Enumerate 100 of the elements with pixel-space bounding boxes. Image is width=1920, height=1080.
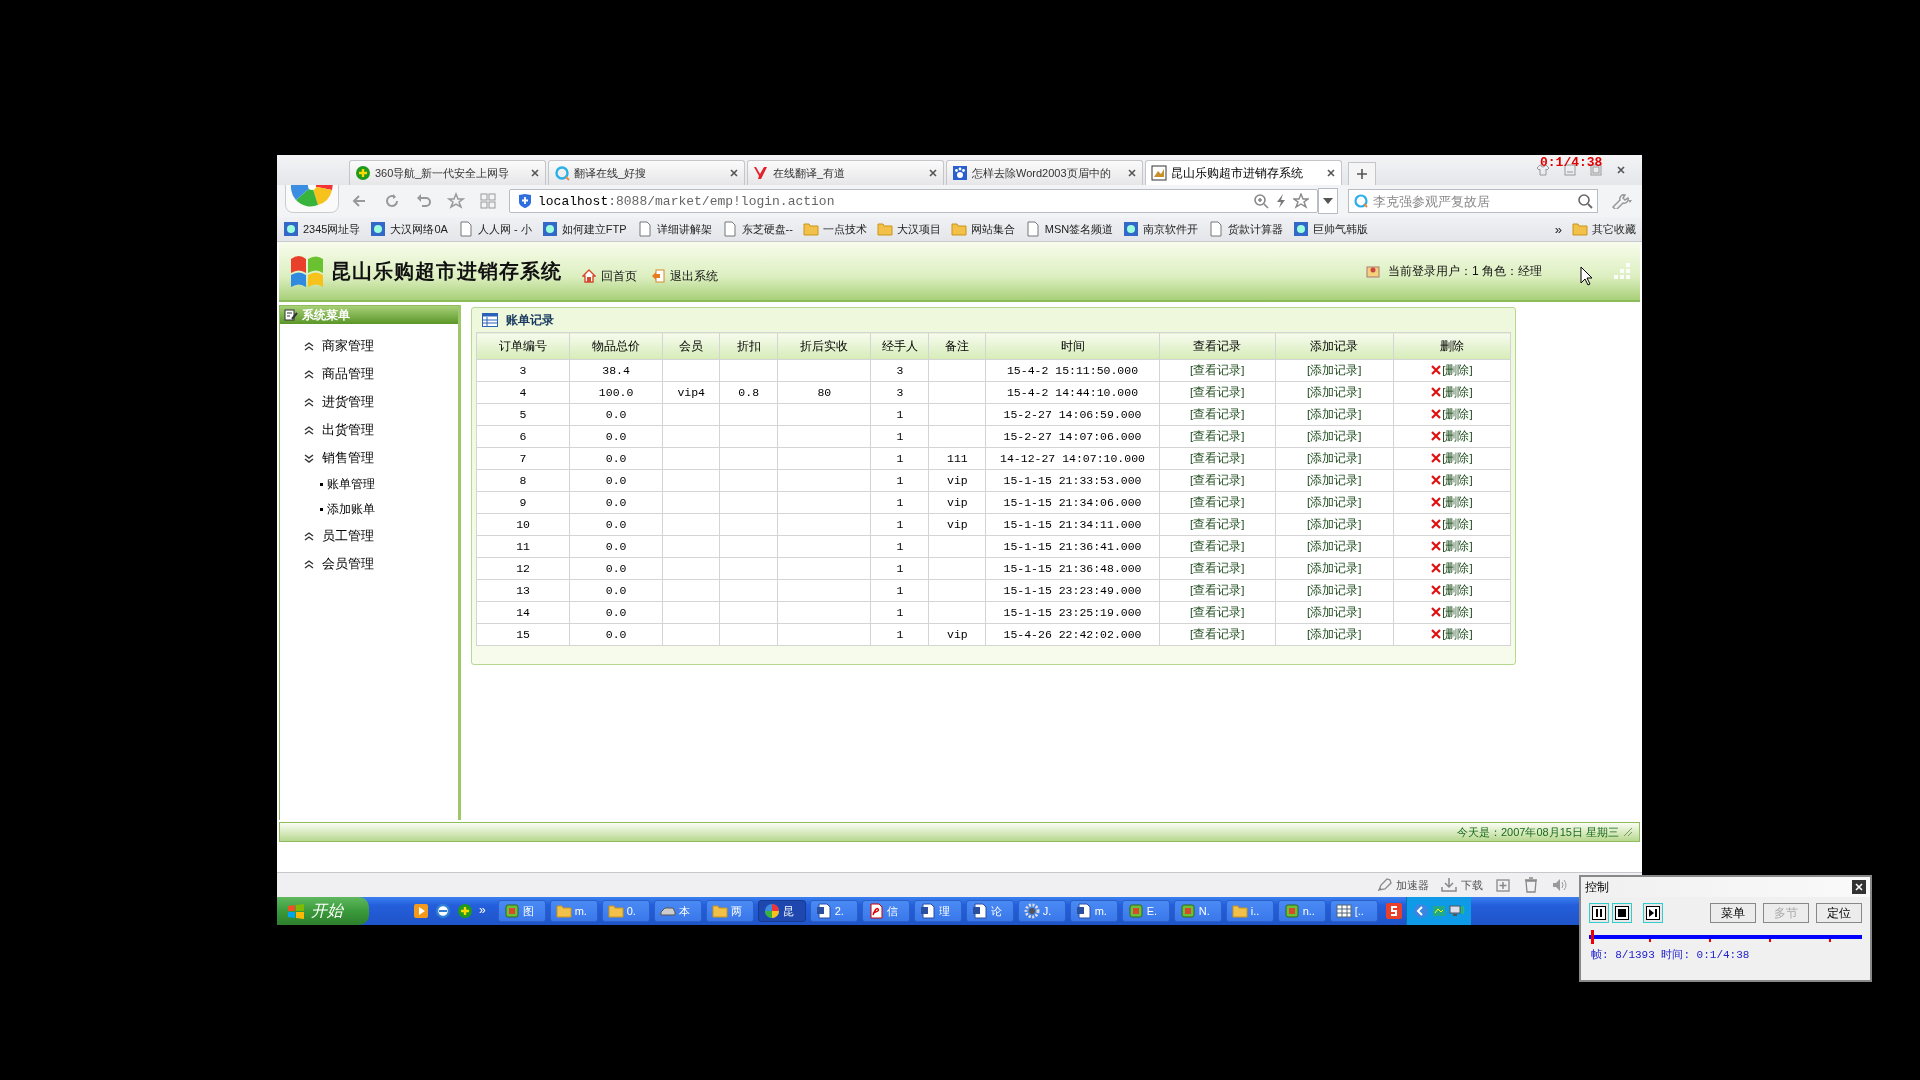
bookmark-item[interactable]: 东芝硬盘-- [721,221,793,237]
delete-link[interactable]: [删除] [1442,450,1473,466]
table-cell: 1 [870,447,929,470]
bookmark-item[interactable]: 巨帅气韩版 [1293,221,1369,237]
menu-item[interactable]: 商品管理 [280,360,458,388]
delete-link[interactable]: [删除] [1442,538,1473,554]
nav-link[interactable]: 回首页 [601,267,637,285]
column-header: 添加记录 [1275,332,1394,360]
taskbar-button[interactable]: m. [549,900,598,922]
table-cell: 0.0 [569,513,663,536]
taskbar-button[interactable]: i.. [1225,900,1274,922]
more-bookmarks-button[interactable]: » [1554,221,1562,237]
delete-link[interactable]: [删除] [1442,384,1473,400]
bookmark-item[interactable]: 网站集合 [950,221,1015,237]
column-header: 经手人 [870,332,929,360]
delete-link[interactable]: [删除] [1442,516,1473,532]
bookmark-item[interactable]: 人人网 - 小 [457,221,532,237]
taskbar-button[interactable]: 昆 [757,900,806,922]
menu-item[interactable]: 出货管理 [280,416,458,444]
tab-title: 昆山乐购超市进销存系统 [1171,164,1304,182]
nav-link[interactable]: 退出系统 [670,267,718,285]
column-header: 折后实收 [777,332,871,360]
browser-tab[interactable]: 翻译在线_好搜 [548,160,745,185]
table-cell: 3 [476,359,570,382]
delete-link[interactable]: [删除] [1442,582,1473,598]
table-cell: 0.0 [569,403,663,426]
table-cell: 14 [476,601,570,624]
bookmark-item[interactable]: 其它收藏 [1572,221,1636,237]
taskbar-button[interactable]: 图 [497,900,546,922]
taskbar-button[interactable]: E. [1121,900,1170,922]
taskbar-button[interactable]: 信 [861,900,910,922]
user-info: 当前登录用户：1 角色：经理 [1388,262,1542,280]
table-cell: 1 [870,469,929,492]
delete-link[interactable]: [删除] [1442,362,1473,378]
column-header: 时间 [985,332,1160,360]
bookmark-item[interactable]: MSN签名频道 [1024,221,1114,237]
taskbar-button[interactable]: n.. [1277,900,1326,922]
table-cell: 15-1-15 21:36:48.000 [985,557,1160,580]
bookmark-item[interactable]: 详细讲解架 [636,221,712,237]
submenu-item[interactable]: 账单管理 [327,476,375,493]
window-title: 控制 [1585,878,1609,896]
taskbar-button[interactable]: 本 [653,900,702,922]
menu-item[interactable]: 商家管理 [280,332,458,360]
table-cell: 0.0 [569,491,663,514]
table-cell: 15-1-15 21:36:41.000 [985,535,1160,558]
taskbar-button[interactable]: J. [1017,900,1066,922]
browser-tab[interactable]: 360导航_新一代安全上网导 [349,160,546,185]
taskbar-button[interactable]: 两 [705,900,754,922]
recorder-button[interactable]: 定位 [1816,903,1862,923]
table-cell: vip4 [662,381,720,404]
recorder-button[interactable]: 菜单 [1710,903,1756,923]
bookmark-item[interactable]: 货款计算器 [1208,221,1284,237]
bookmark-item[interactable]: 2345网址导 [283,221,361,237]
table-cell: 0.0 [569,447,663,470]
browser-tab[interactable]: 昆山乐购超市进销存系统 [1145,160,1342,185]
taskbar-button[interactable]: 论 [965,900,1014,922]
delete-link[interactable]: [删除] [1442,560,1473,576]
delete-link[interactable]: [删除] [1442,626,1473,642]
start-button[interactable]: 开始 [277,897,369,925]
bookmark-item[interactable]: 一点技术 [802,221,867,237]
table-cell: 15-1-15 21:34:06.000 [985,491,1160,514]
table-cell: 0.0 [569,601,663,624]
menu-item[interactable]: 销售管理 [280,444,458,472]
table-cell: 15-4-2 15:11:50.000 [985,359,1160,382]
delete-link[interactable]: [删除] [1442,472,1473,488]
search-field[interactable]: 李克强参观严复故居 [1348,189,1598,213]
menu-item[interactable]: 会员管理 [280,550,458,578]
submenu-item[interactable]: 添加账单 [327,501,375,518]
taskbar-button[interactable]: 0. [601,900,650,922]
table-cell: 6 [476,425,570,448]
quick-launch-more-button[interactable]: » [479,903,486,917]
bookmark-item[interactable]: 大汉项目 [876,221,941,237]
status-bar-button[interactable]: 加速器 [1376,877,1429,893]
taskbar-button[interactable]: 2. [809,900,858,922]
taskbar-button[interactable]: N. [1173,900,1222,922]
table-cell: 0.8 [719,381,778,404]
bookmark-item[interactable]: 如何建立FTP [541,221,627,237]
table-cell: 38.4 [569,359,663,382]
bookmark-item[interactable]: 南京软件开 [1123,221,1199,237]
delete-link[interactable]: [删除] [1442,406,1473,422]
delete-link[interactable]: [删除] [1442,604,1473,620]
app-title: 昆山乐购超市进销存系统 [331,258,562,284]
table-cell: 1 [870,535,929,558]
menu-item[interactable]: 员工管理 [280,522,458,550]
taskbar-button[interactable]: m. [1069,900,1118,922]
table-cell: 15-4-2 14:44:10.000 [985,381,1160,404]
bookmark-item[interactable]: 大汉网络0A [370,221,448,237]
column-header: 删除 [1393,332,1511,360]
table-cell: 10 [476,513,570,536]
taskbar-button[interactable]: 理 [913,900,962,922]
address-field[interactable]: localhost:8088/market/emp!login.action [509,189,1318,213]
menu-item[interactable]: 进货管理 [280,388,458,416]
delete-link[interactable]: [删除] [1442,428,1473,444]
browser-tab[interactable]: 怎样去除Word2003页眉中的 [946,160,1143,185]
browser-tab[interactable]: 在线翻译_有道 [747,160,944,185]
status-bar-button[interactable]: 下载 [1441,877,1483,893]
table-cell: 1 [870,601,929,624]
delete-link[interactable]: [删除] [1442,494,1473,510]
taskbar-button[interactable]: [.. [1329,900,1378,922]
table-cell: 14-12-27 14:07:10.000 [985,447,1160,470]
